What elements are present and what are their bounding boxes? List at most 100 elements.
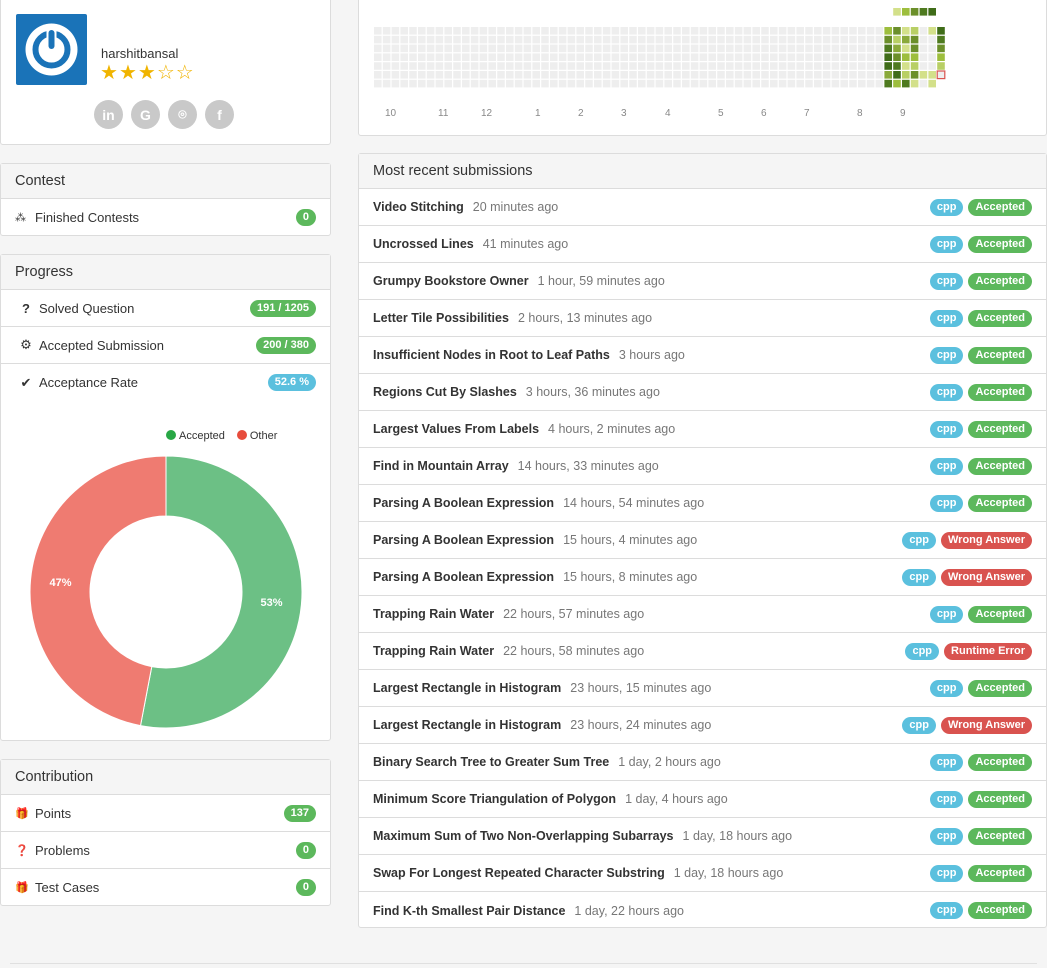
- submission-row[interactable]: Parsing A Boolean Expression 15 hours, 8 …: [359, 559, 1046, 596]
- submission-title-link[interactable]: Trapping Rain Water: [373, 644, 494, 658]
- heatmap-cell[interactable]: [585, 79, 593, 88]
- heatmap-cell[interactable]: [514, 62, 523, 70]
- submission-title-link[interactable]: Minimum Score Triangulation of Polygon: [373, 792, 616, 806]
- submission-row[interactable]: Parsing A Boolean Expression 15 hours, 4 …: [359, 522, 1046, 559]
- heatmap-cell[interactable]: [497, 62, 505, 70]
- heatmap-cell[interactable]: [374, 79, 382, 88]
- heatmap-cell[interactable]: [514, 79, 523, 88]
- heatmap-cell[interactable]: [532, 27, 540, 35]
- heatmap-cell[interactable]: [805, 44, 813, 53]
- heatmap-cell[interactable]: [708, 35, 716, 44]
- heatmap-cell[interactable]: [858, 27, 866, 35]
- heatmap-cell[interactable]: [620, 27, 628, 35]
- heatmap-cell[interactable]: [937, 53, 945, 61]
- submission-title-link[interactable]: Grumpy Bookstore Owner: [373, 274, 529, 288]
- submission-title-link[interactable]: Regions Cut By Slashes: [373, 385, 517, 399]
- heatmap-cell[interactable]: [611, 53, 620, 61]
- heatmap-cell[interactable]: [805, 35, 813, 44]
- heatmap-cell[interactable]: [699, 44, 708, 53]
- heatmap-cell[interactable]: [374, 71, 382, 79]
- heatmap-cell[interactable]: [690, 71, 699, 79]
- heatmap-cell[interactable]: [770, 62, 778, 70]
- heatmap-cell[interactable]: [470, 27, 479, 35]
- heatmap-cell[interactable]: [831, 53, 840, 61]
- heatmap-cell[interactable]: [761, 53, 769, 61]
- heatmap-cell[interactable]: [541, 27, 549, 35]
- heatmap-cell[interactable]: [893, 62, 901, 70]
- heatmap-cell[interactable]: [708, 53, 716, 61]
- heatmap-cell[interactable]: [550, 62, 558, 70]
- heatmap-cell[interactable]: [558, 71, 567, 79]
- heatmap-cell[interactable]: [453, 71, 461, 79]
- heatmap-cell[interactable]: [514, 71, 523, 79]
- heatmap-cell[interactable]: [805, 71, 813, 79]
- heatmap-cell[interactable]: [426, 27, 435, 35]
- heatmap-cell[interactable]: [910, 53, 919, 61]
- heatmap-cell[interactable]: [840, 79, 848, 88]
- heatmap-cell[interactable]: [752, 53, 760, 61]
- heatmap-cell[interactable]: [646, 62, 655, 70]
- heatmap-cell[interactable]: [893, 27, 901, 35]
- heatmap-cell[interactable]: [937, 62, 945, 70]
- heatmap-cell[interactable]: [840, 35, 848, 44]
- heatmap-cell[interactable]: [629, 53, 637, 61]
- heatmap-cell[interactable]: [910, 27, 919, 35]
- heatmap-cell[interactable]: [849, 62, 857, 70]
- heatmap-cell[interactable]: [814, 62, 822, 70]
- heatmap-cell[interactable]: [382, 35, 391, 44]
- heatmap-cell[interactable]: [550, 27, 558, 35]
- heatmap-cell[interactable]: [831, 44, 840, 53]
- heatmap-cell[interactable]: [435, 71, 444, 79]
- heatmap-cell[interactable]: [418, 35, 426, 44]
- heatmap-cell[interactable]: [717, 27, 725, 35]
- heatmap-cell[interactable]: [902, 53, 910, 61]
- heatmap-cell[interactable]: [858, 44, 866, 53]
- heatmap-cell[interactable]: [673, 44, 681, 53]
- avatar[interactable]: [16, 14, 87, 85]
- heatmap-cell[interactable]: [875, 27, 884, 35]
- heatmap-cell[interactable]: [541, 62, 549, 70]
- heatmap-cell[interactable]: [391, 71, 400, 79]
- heatmap-cell[interactable]: [778, 79, 787, 88]
- heatmap-cell[interactable]: [849, 35, 857, 44]
- heatmap-cell[interactable]: [734, 53, 743, 61]
- heatmap-cell[interactable]: [708, 27, 716, 35]
- heatmap-cell[interactable]: [690, 79, 699, 88]
- heatmap-cell[interactable]: [558, 79, 567, 88]
- submission-row[interactable]: Regions Cut By Slashes 3 hours, 36 minute…: [359, 374, 1046, 411]
- heatmap-cell[interactable]: [409, 44, 417, 53]
- heatmap-cell[interactable]: [937, 71, 945, 79]
- heatmap-cell[interactable]: [611, 71, 620, 79]
- submission-row[interactable]: Trapping Rain Water 22 hours, 58 minutes …: [359, 633, 1046, 670]
- heatmap-cell[interactable]: [550, 53, 558, 61]
- heatmap-cell[interactable]: [787, 71, 796, 79]
- heatmap-cell[interactable]: [638, 27, 646, 35]
- heatmap-cell[interactable]: [875, 71, 884, 79]
- heatmap-cell[interactable]: [761, 44, 769, 53]
- submission-row[interactable]: Trapping Rain Water 22 hours, 57 minutes …: [359, 596, 1046, 633]
- heatmap-cell[interactable]: [620, 44, 628, 53]
- github-icon[interactable]: ⌾: [168, 100, 197, 129]
- heatmap-cell[interactable]: [778, 53, 787, 61]
- heatmap-cell[interactable]: [919, 27, 928, 35]
- heatmap-cell[interactable]: [734, 44, 743, 53]
- facebook-icon[interactable]: f: [205, 100, 234, 129]
- heatmap-cell[interactable]: [840, 53, 848, 61]
- submission-title-link[interactable]: Maximum Sum of Two Non-Overlapping Subar…: [373, 829, 674, 843]
- heatmap-cell[interactable]: [910, 8, 919, 16]
- heatmap-cell[interactable]: [497, 53, 505, 61]
- heatmap-cell[interactable]: [875, 35, 884, 44]
- heatmap-cell[interactable]: [567, 27, 576, 35]
- heatmap-cell[interactable]: [831, 71, 840, 79]
- heatmap-cell[interactable]: [717, 62, 725, 70]
- heatmap-cell[interactable]: [418, 71, 426, 79]
- heatmap-cell[interactable]: [752, 62, 760, 70]
- heatmap-cell[interactable]: [743, 27, 752, 35]
- heatmap-cell[interactable]: [646, 53, 655, 61]
- heatmap-cell[interactable]: [664, 27, 672, 35]
- heatmap-cell[interactable]: [602, 62, 611, 70]
- heatmap-cell[interactable]: [567, 71, 576, 79]
- heatmap-cell[interactable]: [514, 53, 523, 61]
- heatmap-cell[interactable]: [849, 44, 857, 53]
- heatmap-cell[interactable]: [655, 27, 664, 35]
